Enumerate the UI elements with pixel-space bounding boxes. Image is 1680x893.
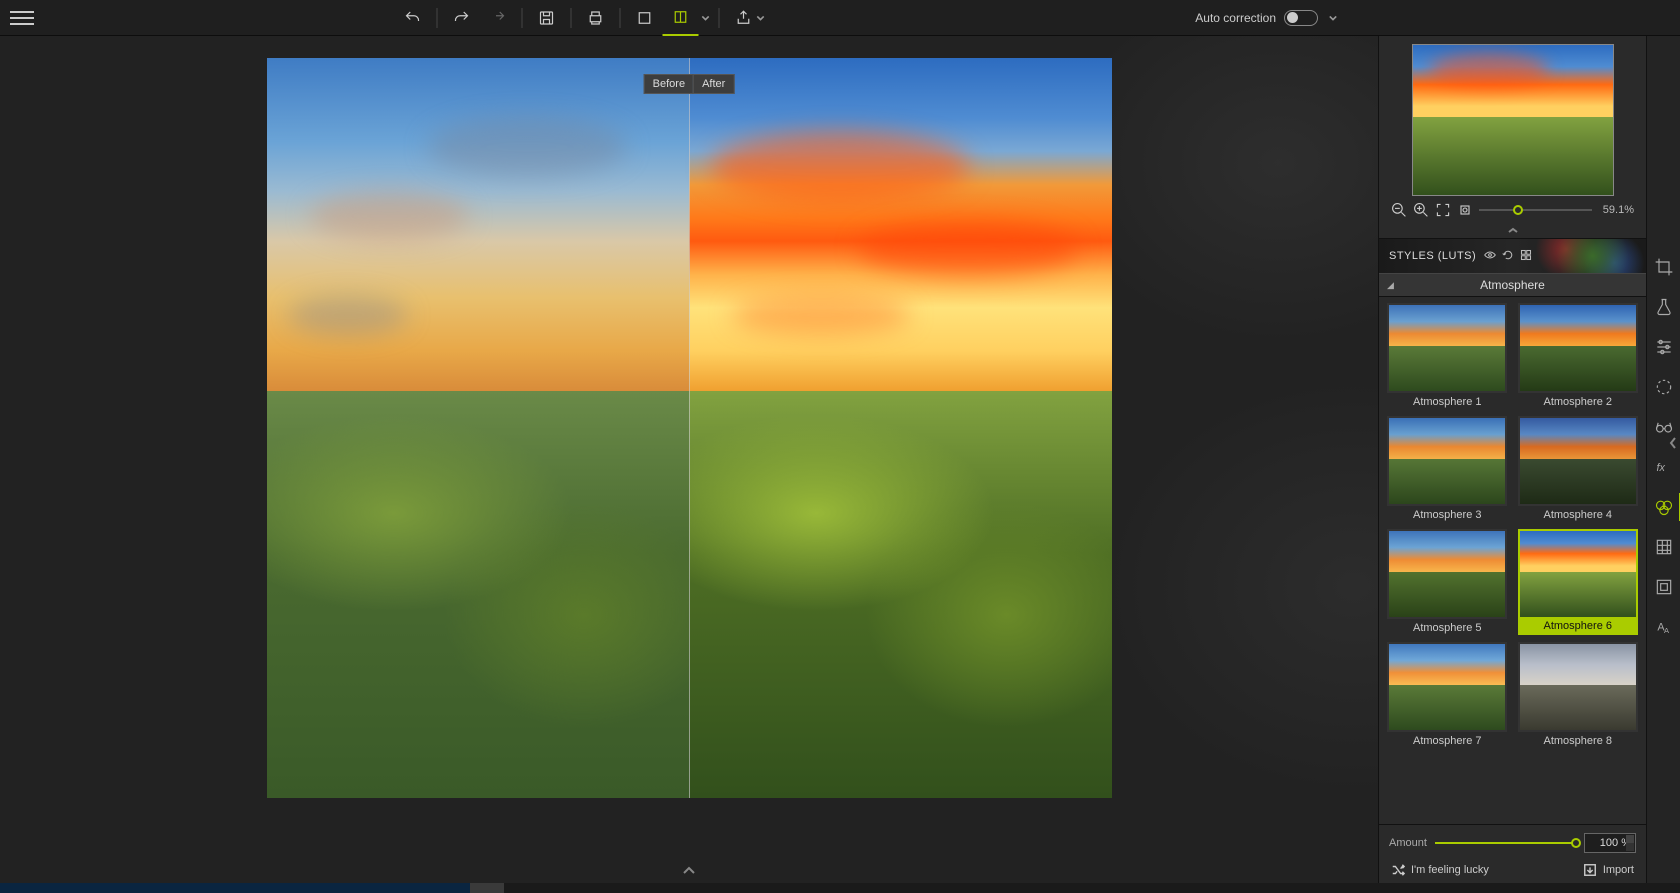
top-toolbar: Auto correction: [0, 0, 1680, 36]
main-area: Before After: [0, 36, 1680, 883]
eye-icon[interactable]: [1484, 249, 1496, 264]
preset-3[interactable]: Atmosphere 3: [1385, 416, 1510, 523]
zoom-slider[interactable]: [1479, 209, 1592, 211]
zoom-hand-button[interactable]: [1457, 202, 1473, 218]
amount-slider[interactable]: [1435, 842, 1576, 844]
preset-label: Atmosphere 6: [1518, 617, 1638, 635]
amount-value-input[interactable]: 100 %: [1584, 833, 1636, 853]
sliders-tool[interactable]: [1653, 336, 1675, 358]
preset-label: Atmosphere 2: [1544, 393, 1612, 410]
texture-tool[interactable]: [1653, 536, 1675, 558]
zoom-controls: 59.1%: [1387, 202, 1638, 218]
status-bar: [0, 883, 1680, 893]
undo-button[interactable]: [395, 0, 431, 36]
text-tool[interactable]: AA: [1653, 616, 1675, 638]
crop-tool[interactable]: [1653, 256, 1675, 278]
auto-correction-group: Auto correction: [1195, 0, 1340, 36]
collapse-triangle-icon: ◢: [1387, 280, 1394, 291]
separator: [620, 8, 621, 28]
before-image: [267, 58, 690, 798]
before-chip: Before: [644, 74, 693, 94]
preset-grid: Atmosphere 1 Atmosphere 2 Atmosphere 3 Atmo…: [1385, 303, 1640, 749]
sidebar-footer: Amount 100 % I'm feeling lucky Import: [1379, 824, 1646, 883]
styles-panel-title: STYLES (LUTS): [1389, 250, 1476, 262]
color-wheel-tool[interactable]: [1653, 496, 1675, 518]
preset-label: Atmosphere 3: [1413, 506, 1481, 523]
separator: [522, 8, 523, 28]
zoom-percent: 59.1%: [1598, 204, 1634, 216]
preset-category-header[interactable]: ◢ Atmosphere: [1379, 273, 1646, 297]
preset-2[interactable]: Atmosphere 2: [1516, 303, 1641, 410]
toolbar-center-group: [395, 0, 766, 36]
after-image: [689, 58, 1112, 798]
styles-header-icons: [1484, 249, 1532, 264]
expand-filmstrip-button[interactable]: [682, 863, 696, 881]
frame-tool[interactable]: [1653, 576, 1675, 598]
preset-label: Atmosphere 5: [1413, 619, 1481, 636]
after-chip: After: [693, 74, 734, 94]
tool-strip: fx AA: [1646, 36, 1680, 883]
zoom-fit-button[interactable]: [1435, 202, 1451, 218]
before-after-labels: Before After: [644, 74, 735, 94]
preset-7[interactable]: Atmosphere 7: [1385, 642, 1510, 749]
preset-label: Atmosphere 8: [1544, 732, 1612, 749]
preset-label: Atmosphere 4: [1544, 506, 1612, 523]
navigator-thumbnail[interactable]: [1412, 44, 1614, 196]
preset-5[interactable]: Atmosphere 5: [1385, 529, 1510, 636]
separator: [719, 8, 720, 28]
auto-correction-dropdown[interactable]: [1326, 0, 1340, 36]
svg-text:fx: fx: [1656, 462, 1665, 474]
preset-scroll-area[interactable]: Atmosphere 1 Atmosphere 2 Atmosphere 3 Atmo…: [1379, 297, 1646, 824]
menu-button[interactable]: [10, 6, 34, 30]
auto-correction-label: Auto correction: [1195, 11, 1276, 25]
styles-panel-header[interactable]: STYLES (LUTS): [1379, 239, 1646, 273]
preset-6[interactable]: Atmosphere 6: [1516, 529, 1641, 636]
redo-step-button[interactable]: [480, 0, 516, 36]
canvas-area: Before After: [0, 36, 1378, 883]
feeling-lucky-button[interactable]: I'm feeling lucky: [1391, 863, 1489, 877]
import-button[interactable]: Import: [1583, 863, 1634, 877]
grid-icon[interactable]: [1520, 249, 1532, 264]
svg-text:A: A: [1664, 626, 1669, 635]
import-icon: [1583, 863, 1597, 877]
preset-label: Atmosphere 7: [1413, 732, 1481, 749]
separator: [571, 8, 572, 28]
preset-4[interactable]: Atmosphere 4: [1516, 416, 1641, 523]
compare-divider[interactable]: [689, 58, 690, 798]
shuffle-icon: [1391, 863, 1405, 877]
auto-correction-toggle[interactable]: [1284, 10, 1318, 26]
lab-tool[interactable]: [1653, 296, 1675, 318]
zoom-out-button[interactable]: [1391, 202, 1407, 218]
share-button[interactable]: [726, 0, 762, 36]
reset-icon[interactable]: [1502, 249, 1514, 264]
separator: [437, 8, 438, 28]
compare-image[interactable]: [267, 58, 1112, 798]
redo-button[interactable]: [444, 0, 480, 36]
right-sidebar: 59.1% STYLES (LUTS) ◢ Atmosphere Atmosph…: [1378, 36, 1646, 883]
amount-label: Amount: [1389, 837, 1427, 849]
preset-8[interactable]: Atmosphere 8: [1516, 642, 1641, 749]
preset-1[interactable]: Atmosphere 1: [1385, 303, 1510, 410]
compare-view-button[interactable]: [663, 0, 699, 36]
save-button[interactable]: [529, 0, 565, 36]
view-mode-dropdown[interactable]: [699, 0, 713, 36]
fx-tool[interactable]: fx: [1653, 456, 1675, 478]
expand-toolstrip-button[interactable]: [1668, 436, 1678, 455]
zoom-in-button[interactable]: [1413, 202, 1429, 218]
navigator-panel: 59.1%: [1379, 36, 1646, 224]
single-view-button[interactable]: [627, 0, 663, 36]
print-button[interactable]: [578, 0, 614, 36]
preset-label: Atmosphere 1: [1413, 393, 1481, 410]
glasses-tool[interactable]: [1653, 416, 1675, 438]
mask-tool[interactable]: [1653, 376, 1675, 398]
preset-category-label: Atmosphere: [1480, 278, 1545, 292]
collapse-navigator-button[interactable]: [1379, 224, 1646, 238]
